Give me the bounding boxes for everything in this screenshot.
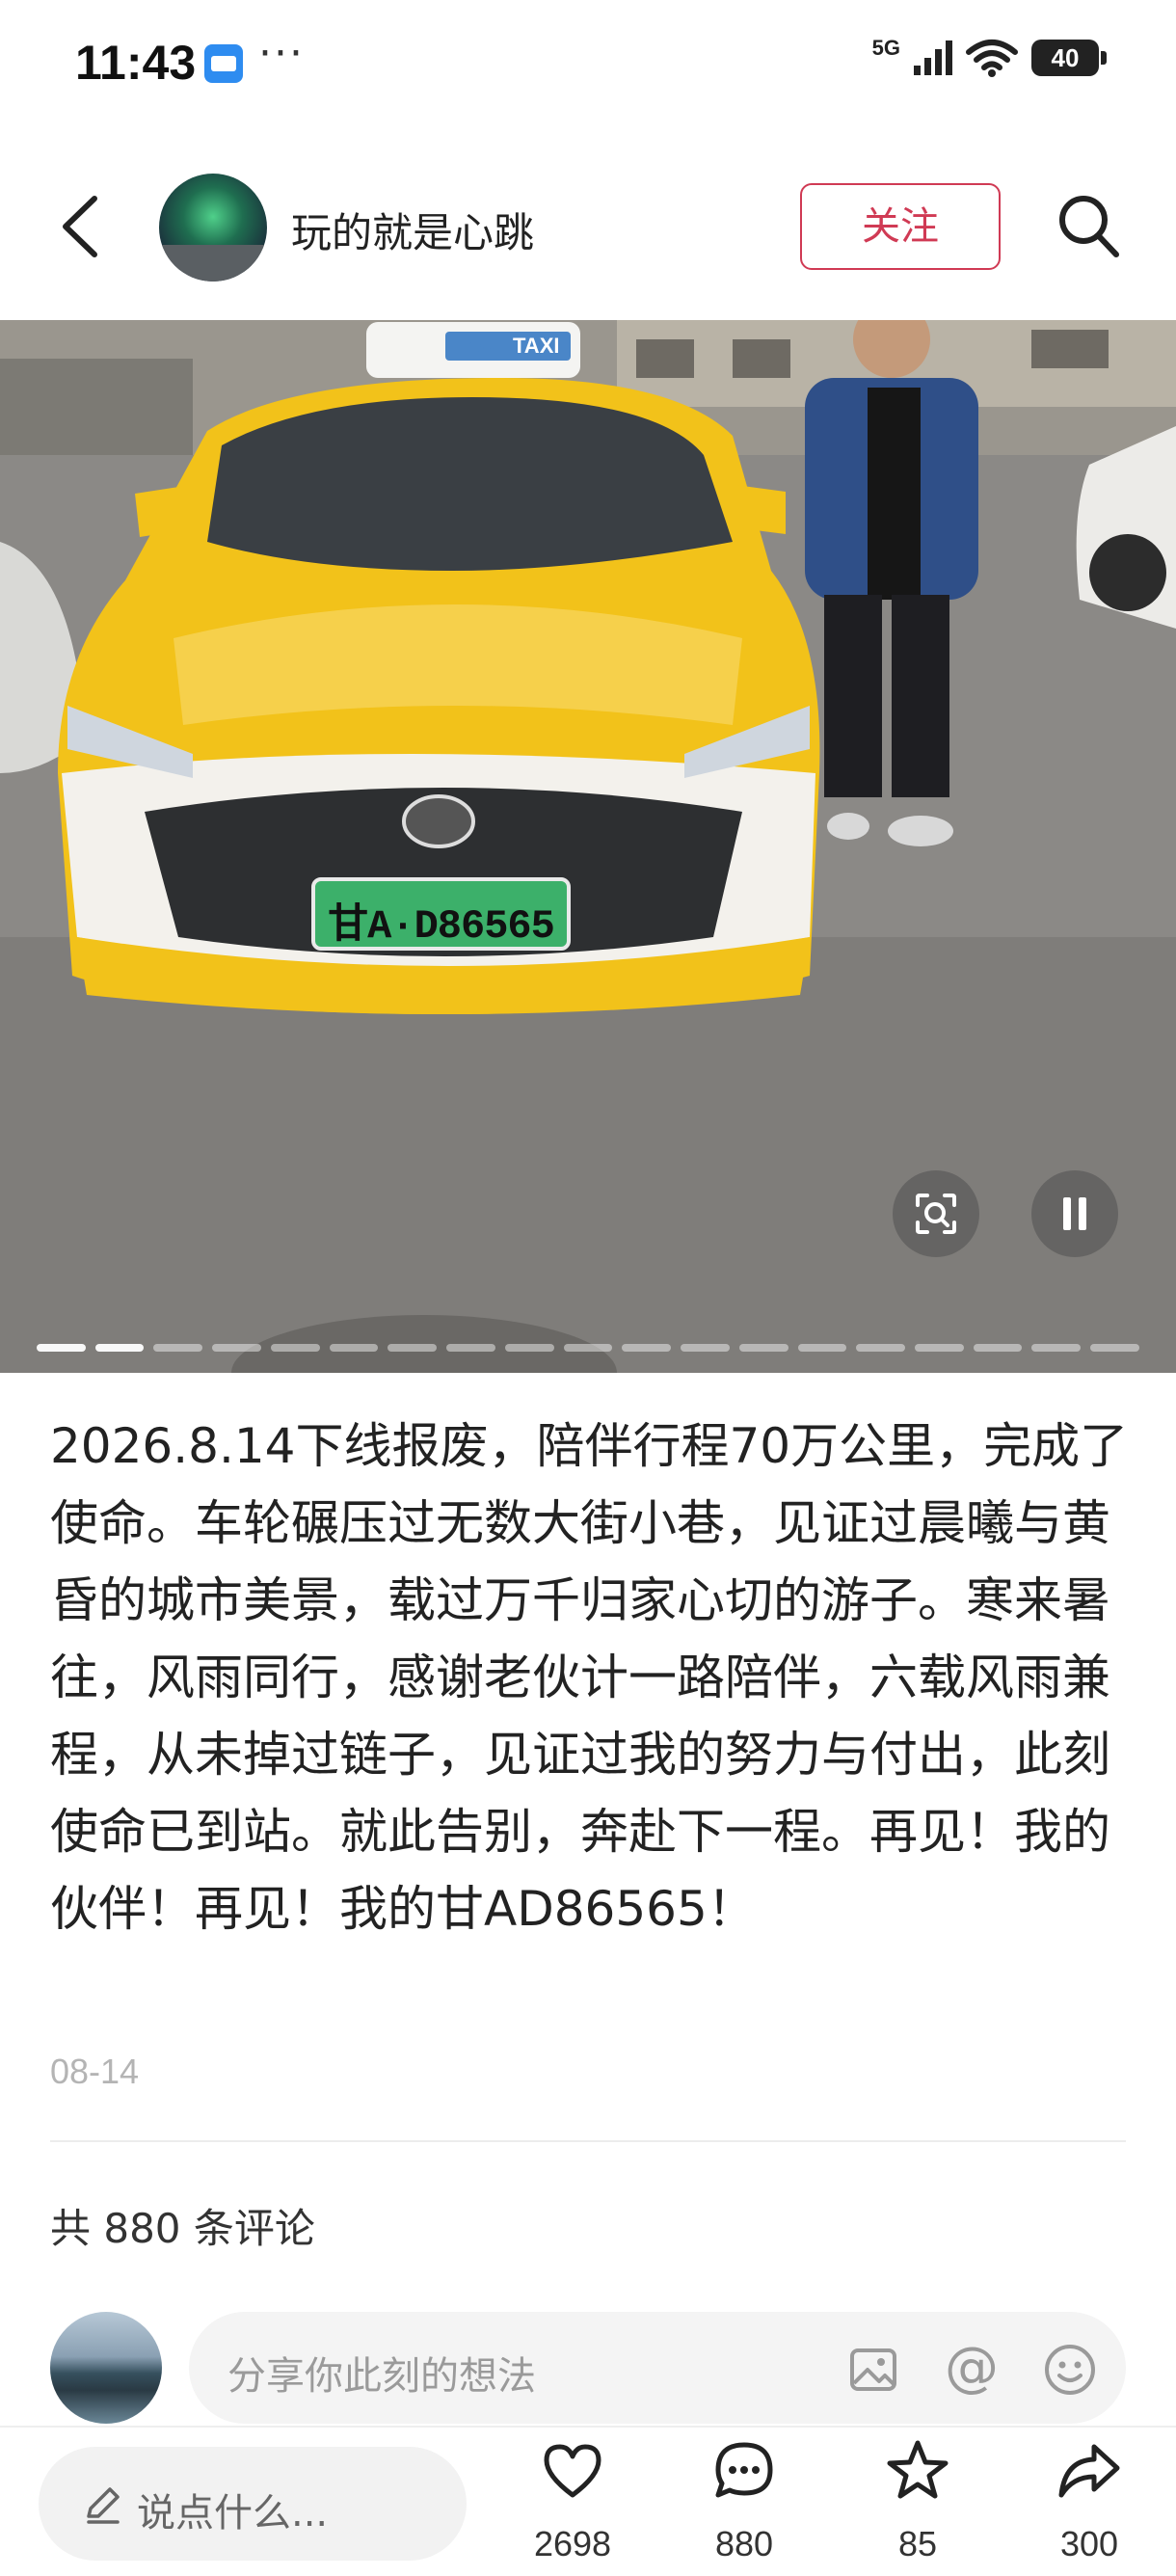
mention-button[interactable]: @ [943, 2341, 1001, 2399]
progress-segment [388, 1344, 438, 1352]
like-count: 2698 [533, 2524, 612, 2563]
follow-button[interactable]: 关注 [800, 183, 1001, 270]
pencil-icon [87, 2487, 120, 2524]
status-time: 11:43 [75, 36, 197, 90]
search-icon [1059, 196, 1119, 257]
progress-segment [738, 1344, 788, 1352]
emoji-button[interactable] [1041, 2341, 1099, 2399]
status-right: 5G 40 [871, 36, 1107, 77]
progress-segment [270, 1344, 320, 1352]
progress-segment [681, 1344, 730, 1352]
like-button[interactable]: 2698 [505, 2428, 640, 2576]
comment-count: 共 880 条评论 [50, 2205, 315, 2252]
progress-segment [504, 1344, 554, 1352]
image-picker-button[interactable] [844, 2341, 902, 2399]
comment-input[interactable]: 分享你此刻的想法 @ [189, 2312, 1126, 2424]
divider [50, 2140, 1126, 2142]
author-avatar[interactable] [159, 174, 267, 282]
app-notification-icon [204, 44, 243, 83]
progress-segment [446, 1344, 495, 1352]
progress-segment [153, 1344, 203, 1352]
heart-icon [544, 2444, 601, 2498]
post-date: 08-14 [50, 2052, 140, 2091]
image-search-button[interactable] [893, 1170, 979, 1257]
bottom-action-bar: 说点什么... 2698 880 85 300 [0, 2428, 1176, 2576]
license-plate: 甘A·D86565 [328, 903, 555, 950]
progress-segment [973, 1344, 1023, 1352]
progress-segment [915, 1344, 964, 1352]
wifi-icon [966, 40, 1018, 77]
share-button[interactable]: 300 [1022, 2428, 1157, 2576]
star-icon [887, 2440, 949, 2499]
emoji-icon [1045, 2345, 1095, 2395]
comment-button[interactable]: 880 [677, 2428, 812, 2576]
comment-compose-row: 分享你此刻的想法 @ [0, 2304, 1176, 2429]
progress-segment [797, 1344, 847, 1352]
progress-segment [563, 1344, 613, 1352]
at-icon: @ [945, 2336, 999, 2399]
post-media[interactable]: 兰州 TAXI 甘A·D86565 [0, 320, 1176, 1373]
say-something-label: 说点什么... [137, 2491, 329, 2536]
pause-icon [1063, 1197, 1086, 1230]
search-button[interactable] [1055, 191, 1122, 262]
progress-segment [212, 1344, 261, 1352]
progress-segment [622, 1344, 672, 1352]
progress-segment [37, 1344, 86, 1352]
comment-bubble-icon [715, 2442, 773, 2498]
collect-button[interactable]: 85 [850, 2428, 985, 2576]
signal-icon [914, 40, 952, 75]
share-count: 300 [1059, 2524, 1119, 2563]
taxi-photo [0, 320, 1176, 1373]
comment-count-bar: 880 [714, 2524, 774, 2563]
my-avatar[interactable] [50, 2312, 162, 2424]
battery-icon: 40 [1031, 40, 1107, 76]
image-icon [850, 2348, 896, 2391]
scan-search-icon [916, 1194, 956, 1234]
progress-segment [1031, 1344, 1082, 1352]
pause-button[interactable] [1031, 1170, 1118, 1257]
status-bar: 11:43 ··· 5G 40 [0, 0, 1176, 125]
author-name[interactable]: 玩的就是心跳 [291, 201, 534, 259]
more-notifications-icon: ··· [258, 29, 305, 78]
progress-segment [329, 1344, 379, 1352]
taxi-sign-word: TAXI [513, 334, 560, 358]
taxi-sign-city: 兰州 [455, 339, 498, 363]
progress-segment [856, 1344, 906, 1352]
carousel-progress [37, 1344, 1139, 1352]
say-something-input[interactable]: 说点什么... [39, 2447, 467, 2561]
post-header: 玩的就是心跳 关注 [0, 164, 1176, 289]
progress-segment [94, 1344, 145, 1352]
back-button[interactable] [54, 193, 112, 260]
progress-segment [1090, 1344, 1139, 1352]
network-type: 5G [871, 36, 900, 60]
collect-count: 85 [897, 2524, 938, 2563]
share-arrow-icon [1058, 2444, 1120, 2498]
comment-placeholder: 分享你此刻的想法 [227, 2354, 536, 2399]
chevron-left-icon [63, 196, 97, 257]
post-body: 2026.8.14下线报废，陪伴行程70万公里，完成了使命。车轮碾压过无数大街小… [50, 1418, 1129, 1937]
